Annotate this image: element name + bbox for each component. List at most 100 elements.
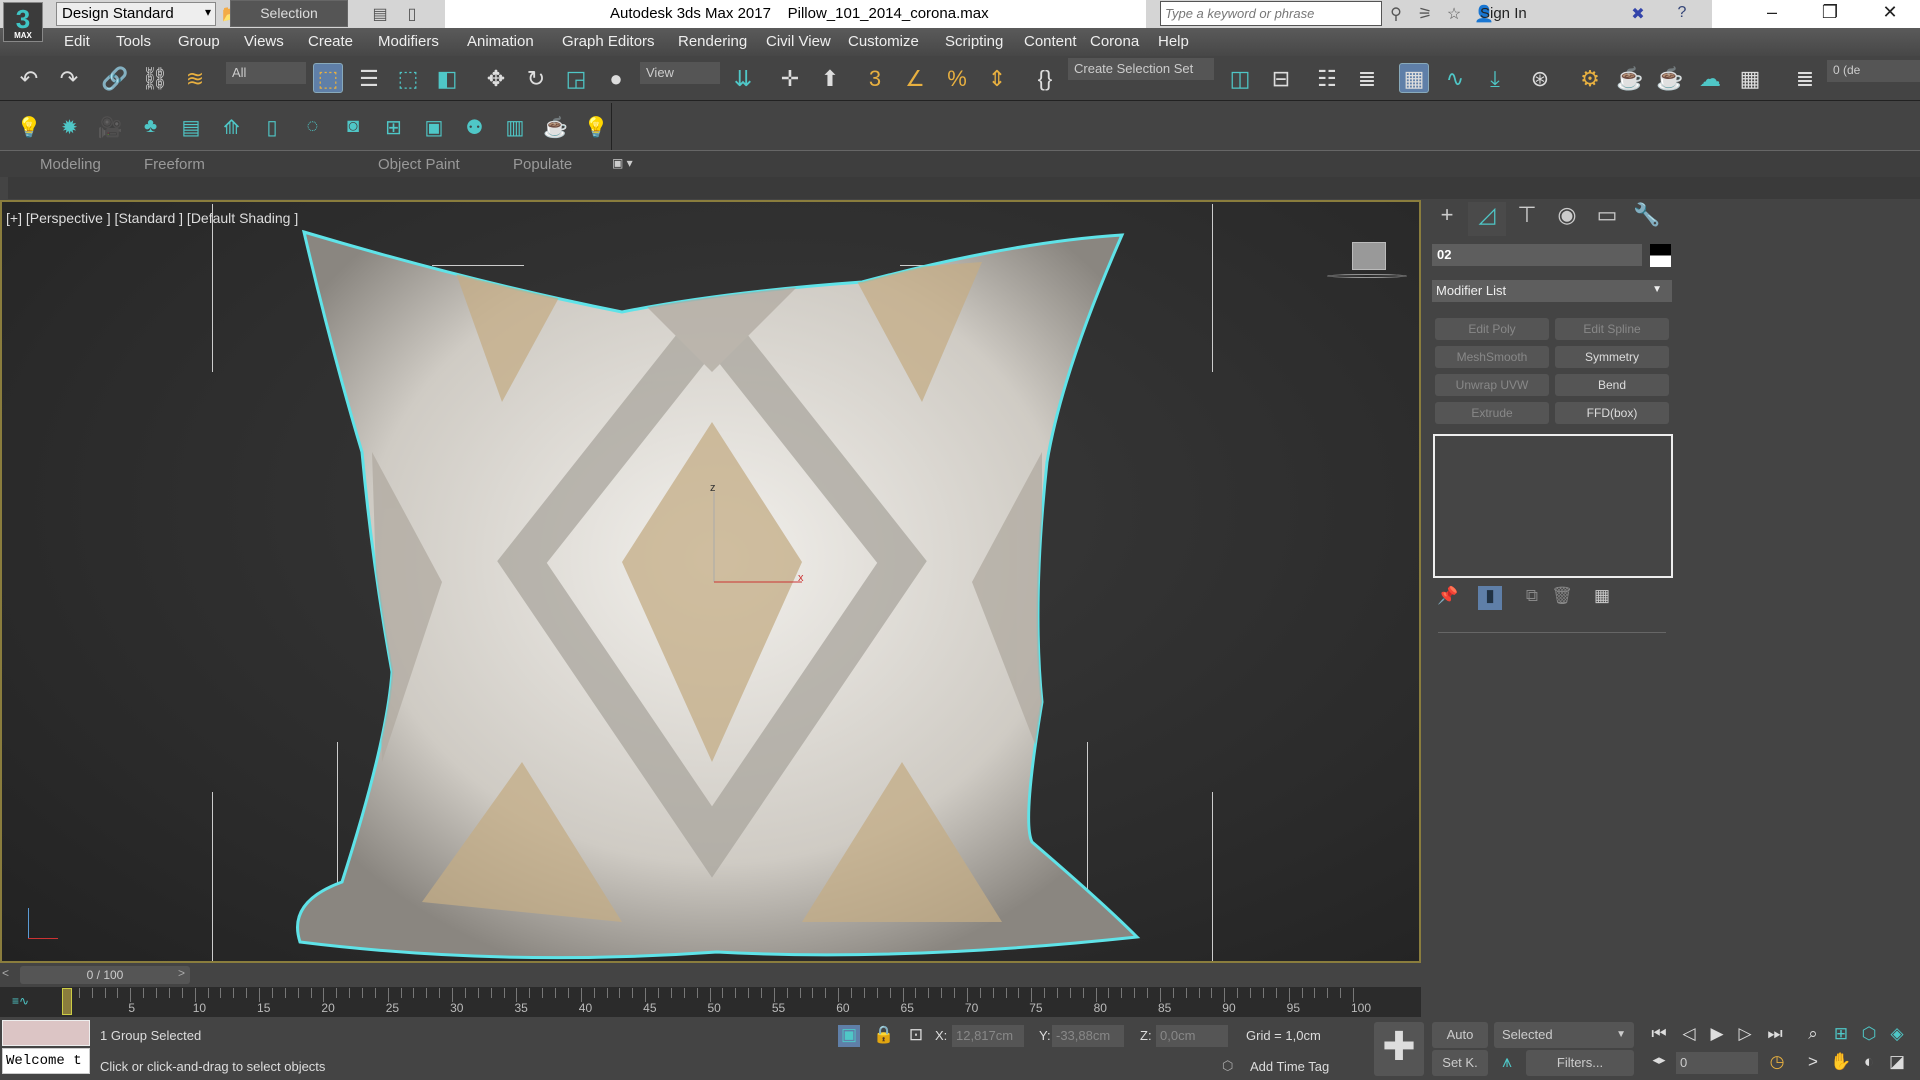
menu-rendering[interactable]: Rendering <box>678 33 747 50</box>
selection-filter-dropdown[interactable]: All <box>226 62 306 84</box>
window-crossing-icon[interactable]: ◧ <box>432 64 462 94</box>
reference-coord-dropdown[interactable]: View <box>640 62 720 84</box>
modifier-button[interactable]: Edit Poly <box>1435 318 1549 340</box>
modify-tab-icon[interactable]: ◿ <box>1468 202 1506 236</box>
material-editor-icon[interactable]: ⊛ <box>1525 64 1555 94</box>
scene-explorer-icon[interactable]: ☷ <box>1312 64 1342 94</box>
key-filters-icon[interactable]: ⩚ <box>1496 1052 1518 1074</box>
menu-group[interactable]: Group <box>178 33 220 50</box>
next-key-icon[interactable]: ▷ <box>1734 1024 1756 1046</box>
tab-freeform[interactable]: Freeform <box>144 155 205 174</box>
zoom-icon[interactable]: ⌕ <box>1802 1024 1824 1046</box>
modifier-button[interactable]: MeshSmooth <box>1435 346 1549 368</box>
zoom-extents-icon[interactable]: ⬡ <box>1858 1024 1880 1046</box>
time-tag-icon[interactable]: ⬡ <box>1222 1058 1233 1074</box>
make-unique-icon[interactable]: ⧉ <box>1520 586 1544 610</box>
modifier-button[interactable]: Unwrap UVW <box>1435 374 1549 396</box>
filters-button[interactable]: Filters... <box>1526 1050 1634 1076</box>
align-icon[interactable]: ⊟ <box>1266 64 1296 94</box>
time-cursor[interactable] <box>62 988 72 1015</box>
panel-icon[interactable]: ▥ <box>502 115 528 141</box>
keyboard-shortcut-icon[interactable]: ⬆ <box>815 64 845 94</box>
curve-editor-icon[interactable]: ∿ <box>1440 64 1470 94</box>
key-mode-dropdown[interactable]: Selected ▼ <box>1494 1022 1634 1048</box>
menu-tools[interactable]: Tools <box>116 33 151 50</box>
list-icon[interactable]: ▤ <box>178 115 204 141</box>
placement-icon[interactable]: ● <box>601 64 631 94</box>
set-key-big-button[interactable]: ✚ <box>1374 1022 1424 1076</box>
show-end-result-icon[interactable]: ▮ <box>1478 586 1502 610</box>
angle-snap-icon[interactable]: ∠ <box>900 64 930 94</box>
scale-icon[interactable]: ◲ <box>561 64 591 94</box>
ring-icon[interactable]: ◌ <box>300 115 326 141</box>
workspace-dropdown[interactable]: Design Standard <box>56 2 216 26</box>
object-color-swatch[interactable] <box>1650 244 1671 267</box>
play-icon[interactable]: ▶ <box>1706 1024 1728 1046</box>
render-region-icon[interactable]: ▣ <box>421 115 447 141</box>
curve-editor-mini-icon[interactable]: ≡∿ <box>12 994 29 1008</box>
rect-selection-icon[interactable]: ⬚ <box>393 64 423 94</box>
undo-icon[interactable]: ↶ <box>14 64 44 94</box>
menu-customize[interactable]: Customize <box>848 33 919 50</box>
render-gallery-icon[interactable]: ▦ <box>1735 64 1765 94</box>
display-tab-icon[interactable]: ▭ <box>1588 202 1626 236</box>
next-frame-button[interactable]: > <box>178 966 185 980</box>
close-button[interactable]: ✕ <box>1870 2 1910 26</box>
binoculars-icon[interactable]: ⚲ <box>1386 4 1406 24</box>
help-icon[interactable]: ? <box>1672 4 1692 24</box>
snaps-toggle-icon[interactable]: 3 <box>860 64 890 94</box>
rendered-frame-icon[interactable]: ☕ <box>1615 64 1645 94</box>
set-key-button[interactable]: Set K. <box>1432 1050 1488 1076</box>
tree-card-icon[interactable]: ▯ <box>259 115 285 141</box>
pillow-object[interactable] <box>2 202 1421 963</box>
modifier-stack[interactable] <box>1433 434 1673 578</box>
configure-sets-icon[interactable]: ▦ <box>1590 586 1614 610</box>
zoom-all-icon[interactable]: ⊞ <box>1830 1024 1852 1046</box>
menu-graph-editors[interactable]: Graph Editors <box>562 33 655 50</box>
minimize-button[interactable]: – <box>1752 2 1792 26</box>
restore-button[interactable]: ❐ <box>1810 2 1850 26</box>
maxscript-listener[interactable] <box>2 1020 90 1046</box>
create-tab-icon[interactable]: + <box>1428 202 1466 236</box>
z-coordinate-field[interactable]: 0,0cm <box>1156 1025 1228 1047</box>
link-icon[interactable]: 🔗 <box>100 64 130 94</box>
move-icon[interactable]: ✥ <box>481 64 511 94</box>
project-icon[interactable]: ▤ <box>370 4 390 24</box>
layer-dropdown[interactable]: 0 (de <box>1827 60 1920 82</box>
star-icon[interactable]: ☆ <box>1444 4 1464 24</box>
modifier-list-dropdown[interactable]: Modifier List <box>1432 280 1672 302</box>
unlink-icon[interactable]: ⛓ <box>140 64 170 94</box>
modifier-button[interactable]: Extrude <box>1435 402 1549 424</box>
redo-icon[interactable]: ↷ <box>54 64 84 94</box>
render-setup-icon[interactable]: ⚙ <box>1575 64 1605 94</box>
menu-corona[interactable]: Corona <box>1090 33 1139 50</box>
lock-selection-icon[interactable]: 🔒 <box>873 1025 895 1047</box>
ribbon-options-icon[interactable]: ▣ ▾ <box>612 156 633 170</box>
absolute-mode-icon[interactable]: ⊡ <box>905 1025 927 1047</box>
prev-key-icon[interactable]: ◁ <box>1678 1024 1700 1046</box>
satellite-icon[interactable]: ⚞ <box>1415 4 1435 24</box>
menu-help[interactable]: Help <box>1158 33 1189 50</box>
pan-icon[interactable]: ✋ <box>1830 1052 1852 1074</box>
hierarchy-tab-icon[interactable]: ⊤ <box>1508 202 1546 236</box>
menu-modifiers[interactable]: Modifiers <box>378 33 439 50</box>
tab-object-paint[interactable]: Object Paint <box>378 155 460 174</box>
key-mode-toggle-icon[interactable]: ◂▸ <box>1648 1052 1670 1074</box>
sign-in-button[interactable]: Sign In <box>1480 5 1527 22</box>
motion-tab-icon[interactable]: ◉ <box>1548 202 1586 236</box>
light-icon[interactable]: 💡 <box>16 115 42 141</box>
bulb-icon[interactable]: 💡 <box>583 115 609 141</box>
maximize-viewport-icon[interactable]: ◪ <box>1886 1052 1908 1074</box>
mirror-icon[interactable]: ◫ <box>1225 64 1255 94</box>
edit-named-selection-icon[interactable]: {} <box>1030 64 1060 94</box>
render-icon[interactable]: ☕ <box>1655 64 1685 94</box>
new-scene-icon[interactable]: ▯ <box>402 4 422 24</box>
go-to-end-icon[interactable]: ⏭ <box>1764 1024 1786 1046</box>
menu-animation[interactable]: Animation <box>467 33 534 50</box>
menu-views[interactable]: Views <box>244 33 284 50</box>
prev-frame-button[interactable]: < <box>2 966 9 980</box>
menu-edit[interactable]: Edit <box>64 33 90 50</box>
tab-modeling[interactable]: Modeling <box>40 155 101 174</box>
render-cloud-icon[interactable]: ☁ <box>1695 64 1725 94</box>
x-coordinate-field[interactable]: 12,817cm <box>952 1025 1024 1047</box>
